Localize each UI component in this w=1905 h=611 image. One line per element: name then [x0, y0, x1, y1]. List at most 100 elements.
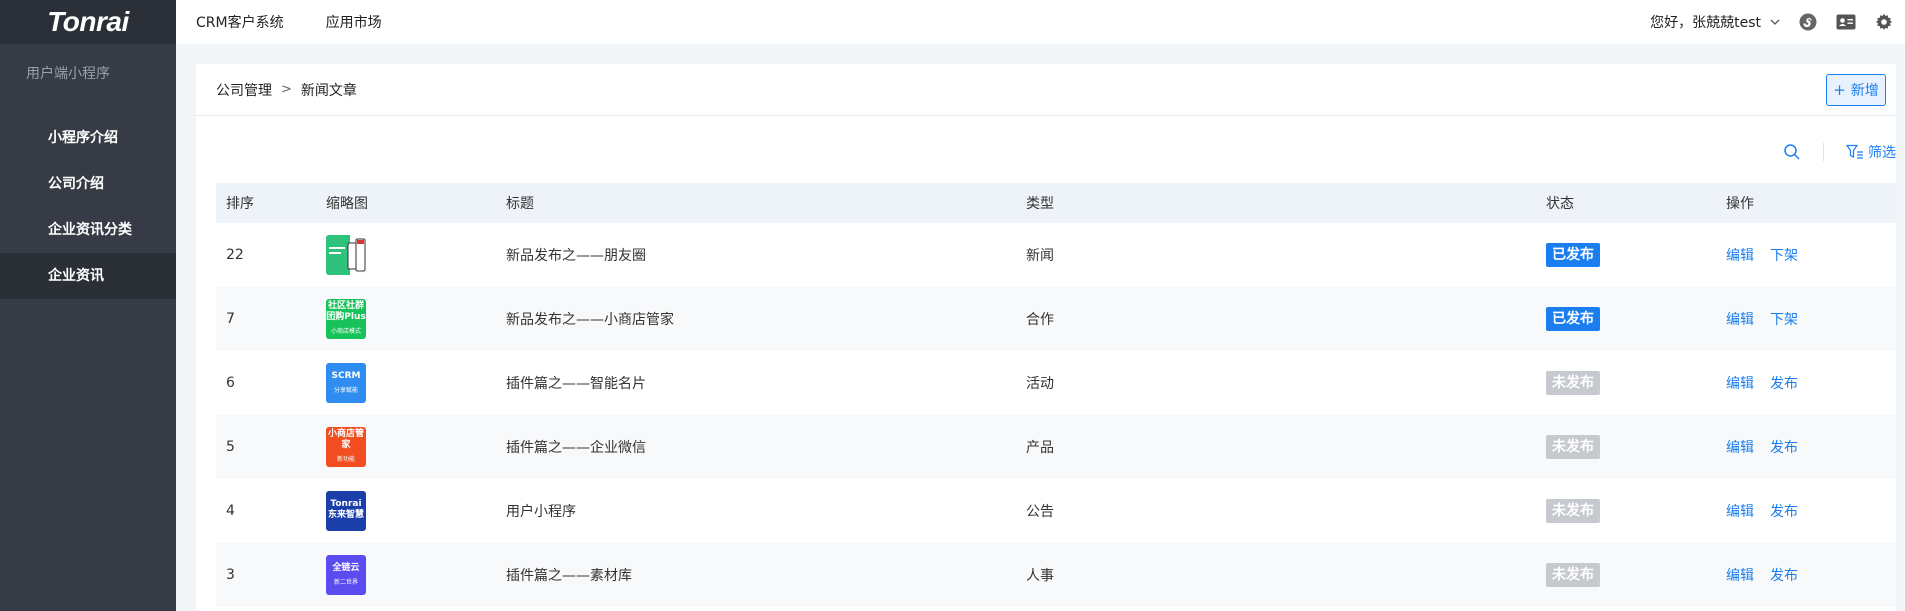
thumbnail-sub: 新二世界 [333, 578, 358, 586]
column-header-thumbnail: 缩略图 [326, 196, 368, 212]
cell-sort: 5 [226, 439, 235, 455]
column-header-type: 类型 [1026, 196, 1054, 212]
thumbnail-sub: 新功能 [336, 456, 355, 463]
table-row: 6 SCRM 分享赋能 插件篇之——智能名片 活动 未发布 编辑 发布 [216, 351, 1896, 415]
edit-button[interactable]: 编辑 [1726, 312, 1754, 328]
unpublish-button[interactable]: 下架 [1770, 312, 1798, 328]
cell-status: 未发布 [1536, 563, 1716, 587]
publish-button[interactable]: 发布 [1770, 376, 1798, 392]
filter-button[interactable]: 筛选 [1846, 142, 1896, 162]
cell-sort: 22 [226, 247, 244, 263]
cell-actions: 编辑 发布 [1716, 373, 1896, 393]
edit-button[interactable]: 编辑 [1726, 504, 1754, 520]
sidebar-item-company-intro[interactable]: 公司介绍 [0, 161, 176, 207]
status-badge: 已发布 [1546, 243, 1600, 267]
search-icon[interactable] [1783, 143, 1801, 161]
edit-button[interactable]: 编辑 [1726, 568, 1754, 584]
thumbnail-image: SCRM 分享赋能 [326, 363, 366, 403]
nav-link-app-market[interactable]: 应用市场 [326, 12, 382, 32]
cell-actions: 编辑 发布 [1716, 437, 1896, 457]
cell-title: 新品发布之——小商店管家 [506, 312, 674, 328]
cell-type: 活动 [1026, 376, 1054, 392]
cell-type: 公告 [1026, 504, 1054, 520]
add-button-label: 新增 [1850, 83, 1879, 99]
mini-program-icon[interactable] [1797, 11, 1819, 33]
cell-type: 新闻 [1026, 248, 1054, 264]
sidebar-item-mini-program-intro[interactable]: 小程序介绍 [0, 115, 176, 161]
column-header-title: 标题 [506, 196, 534, 212]
filter-icon [1846, 144, 1863, 159]
cell-type: 合作 [1026, 312, 1054, 328]
content-card: 公司管理 > 新闻文章 + 新增 筛选 排序 缩略图 标题 类型 状态 操作 2… [196, 64, 1896, 611]
edit-button[interactable]: 编辑 [1726, 248, 1754, 264]
column-header-status: 状态 [1546, 196, 1574, 212]
table-row: 4 Tonrai 东来智慧 用户小程序 公告 未发布 编辑 发布 [216, 479, 1896, 543]
plus-icon: + [1833, 81, 1846, 99]
thumbnail-sub: 分享赋能 [333, 386, 358, 394]
table-row: 5 小商店管家 新功能 插件篇之——企业微信 产品 未发布 编辑 发布 [216, 415, 1896, 479]
status-badge: 未发布 [1546, 435, 1600, 459]
nav-link-crm[interactable]: CRM客户系统 [196, 12, 284, 32]
table-body: 22 新品发布之——朋友圈 新闻 已发布 编辑 下架 7 社区社群 团购Plus 小商店模式 新品发… [216, 223, 1896, 607]
edit-button[interactable]: 编辑 [1726, 440, 1754, 456]
unpublish-button[interactable]: 下架 [1770, 248, 1798, 264]
thumbnail-sub: 小商店模式 [330, 328, 361, 335]
cell-title: 用户小程序 [506, 504, 576, 520]
cell-title: 插件篇之——素材库 [506, 568, 632, 584]
cell-sort: 3 [226, 567, 235, 583]
cell-thumbnail [316, 235, 496, 275]
thumbnail-line2: 团购Plus [326, 312, 366, 322]
thumbnail-image [326, 235, 366, 275]
tools-divider [1823, 143, 1824, 161]
cell-status: 已发布 [1536, 243, 1716, 267]
status-badge: 未发布 [1546, 371, 1600, 395]
cell-sort: 7 [226, 311, 235, 327]
column-header-actions: 操作 [1726, 196, 1754, 212]
cell-thumbnail: SCRM 分享赋能 [316, 363, 496, 403]
cell-sort: 6 [226, 375, 235, 391]
user-greeting: 您好，张兢兢test [1650, 15, 1761, 31]
gear-icon[interactable] [1873, 11, 1895, 33]
brand-logo[interactable]: Tonrai [0, 0, 176, 44]
cell-actions: 编辑 下架 [1716, 309, 1896, 329]
cell-status: 未发布 [1536, 499, 1716, 523]
cell-thumbnail: 社区社群 团购Plus 小商店模式 [316, 299, 496, 339]
publish-button[interactable]: 发布 [1770, 440, 1798, 456]
add-button[interactable]: + 新增 [1826, 74, 1886, 106]
thumbnail-line2: 东来智慧 [327, 509, 364, 520]
user-menu[interactable]: 您好，张兢兢test [1650, 12, 1781, 32]
table-tools: 筛选 [1783, 140, 1896, 164]
edit-button[interactable]: 编辑 [1726, 376, 1754, 392]
cell-type: 人事 [1026, 568, 1054, 584]
cell-status: 未发布 [1536, 435, 1716, 459]
cell-title: 新品发布之——朋友圈 [506, 248, 646, 264]
sidebar: Tonrai 用户端小程序 小程序介绍 公司介绍 企业资讯分类 企业资讯 [0, 0, 176, 611]
thumbnail-line1: 社区社群 [327, 301, 364, 311]
cell-actions: 编辑 发布 [1716, 501, 1896, 521]
table-row: 7 社区社群 团购Plus 小商店模式 新品发布之——小商店管家 合作 已发布 编辑 下架 [216, 287, 1896, 351]
publish-button[interactable]: 发布 [1770, 504, 1798, 520]
cell-sort: 4 [226, 503, 235, 519]
breadcrumb: 公司管理 > 新闻文章 [196, 64, 1896, 116]
thumbnail-image: 全链云 新二世界 [326, 555, 366, 595]
thumbnail-image: Tonrai 东来智慧 [326, 491, 366, 531]
filter-label: 筛选 [1868, 145, 1896, 161]
thumbnail-line1: SCRM [331, 370, 361, 381]
chevron-down-icon [1770, 19, 1780, 25]
table-header: 排序 缩略图 标题 类型 状态 操作 [216, 183, 1896, 223]
sidebar-item-news-category[interactable]: 企业资讯分类 [0, 207, 176, 253]
breadcrumb-company-management[interactable]: 公司管理 [216, 80, 272, 100]
cell-status: 已发布 [1536, 307, 1716, 331]
cell-thumbnail: 全链云 新二世界 [316, 555, 496, 595]
sidebar-item-news[interactable]: 企业资讯 [0, 253, 176, 299]
top-nav: CRM客户系统 应用市场 您好，张兢兢test [176, 0, 1905, 44]
cell-actions: 编辑 下架 [1716, 245, 1896, 265]
contact-card-icon[interactable] [1835, 11, 1857, 33]
cell-type: 产品 [1026, 440, 1054, 456]
breadcrumb-separator: > [281, 82, 292, 97]
breadcrumb-news-articles: 新闻文章 [300, 82, 357, 99]
cell-thumbnail: Tonrai 东来智慧 [316, 491, 496, 531]
thumbnail-image: 小商店管家 新功能 [326, 427, 366, 467]
publish-button[interactable]: 发布 [1770, 568, 1798, 584]
thumbnail-image: 社区社群 团购Plus 小商店模式 [326, 299, 366, 339]
